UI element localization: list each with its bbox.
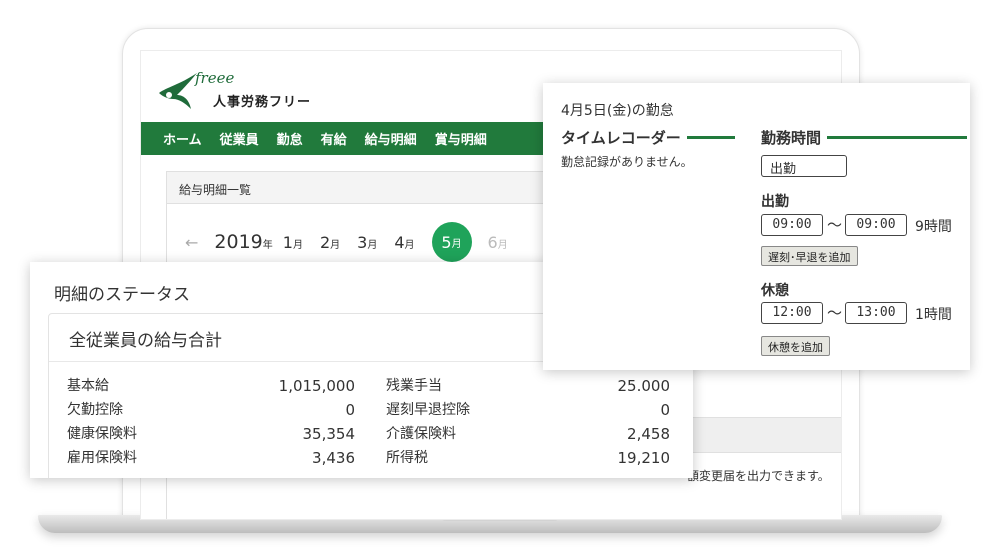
month-unit: 月	[367, 239, 378, 251]
attendance-date: 4月5日(金)の勤怠	[561, 103, 674, 119]
total-row: 欠勤控除 0	[67, 398, 355, 422]
month-4[interactable]: 4月	[394, 233, 414, 252]
month-1-value: 1	[282, 232, 293, 252]
shift-label: 出勤	[761, 194, 789, 210]
month-4-value: 4	[394, 232, 405, 252]
year-value: 2019	[214, 231, 263, 253]
total-row: 介護保険料 2,458	[386, 422, 670, 446]
month-6-value: 6	[487, 232, 498, 252]
nav-bonus-slip[interactable]: 賞与明細	[435, 129, 487, 148]
row-value: 3,436	[312, 449, 355, 467]
row-value: 35,354	[302, 425, 356, 443]
total-row: 健康保険料 35,354	[67, 422, 355, 446]
freee-logo[interactable]: freee 人事労務フリー	[157, 69, 337, 115]
total-row: 残業手当 25.000	[386, 374, 670, 398]
nav-employees[interactable]: 従業員	[220, 129, 259, 148]
year-unit: 年	[262, 240, 273, 251]
row-value: 25.000	[617, 377, 671, 395]
month-2[interactable]: 2月	[320, 233, 340, 252]
work-time-heading: 勤務時間	[761, 127, 968, 148]
break-label: 休憩	[761, 283, 789, 299]
month-2-value: 2	[319, 232, 331, 252]
nav-attendance[interactable]: 勤怠	[277, 129, 303, 148]
row-label: 健康保険料	[67, 426, 137, 442]
month-3-value: 3	[357, 232, 368, 252]
row-label: 欠勤控除	[67, 402, 123, 418]
break-start-input[interactable]: 12:00	[761, 302, 823, 324]
month-5-value: 5	[441, 232, 452, 252]
logo-subtitle: 人事労務フリー	[213, 95, 312, 110]
heading-line	[827, 136, 968, 139]
payroll-total-title: 全従業員の給与合計	[69, 331, 222, 351]
nav-paid-leave[interactable]: 有給	[321, 129, 347, 148]
time-recorder-empty: 勤怠記録がありません。	[561, 155, 693, 169]
row-label: 雇用保険料	[67, 450, 137, 466]
time-recorder-title: タイムレコーダー	[561, 129, 681, 147]
time-recorder-heading: タイムレコーダー	[561, 127, 735, 148]
month-unit: 月	[292, 239, 303, 251]
total-row: 遅刻早退控除 0	[386, 398, 670, 422]
nav-home[interactable]: ホーム	[163, 129, 202, 148]
row-value: 0	[660, 401, 670, 419]
shift-end-input[interactable]: 09:00	[845, 214, 907, 236]
row-value: 0	[345, 401, 355, 419]
notice-text: 額変更届を出力できます。	[687, 469, 830, 483]
total-row: 雇用保険料 3,436	[67, 446, 355, 470]
add-late-early-button[interactable]: 遅刻･早退を追加	[761, 246, 858, 266]
row-label: 所得税	[386, 450, 428, 466]
nav-payslip[interactable]: 給与明細	[365, 129, 417, 148]
month-1[interactable]: 1月	[283, 233, 303, 252]
break-end-input[interactable]: 13:00	[845, 302, 907, 324]
month-unit: 月	[451, 238, 462, 250]
break-duration: 1時間	[915, 307, 952, 323]
row-label: 遅刻早退控除	[386, 402, 470, 418]
row-value: 1,015,000	[278, 377, 355, 395]
attendance-popup: 4月5日(金)の勤怠 タイムレコーダー 勤怠記録がありません。 勤務時間 出勤 …	[543, 83, 970, 370]
month-selector: ← 2019年 1月 2月 3月 4月 5月 6月	[185, 222, 525, 262]
prev-arrow-icon[interactable]: ←	[185, 233, 198, 252]
range-tilde: 〜	[827, 216, 843, 234]
totals-right-column: 残業手当 25.000 遅刻早退控除 0 介護保険料 2,458 所得税 19,210	[386, 374, 670, 470]
row-label: 残業手当	[386, 378, 442, 394]
logo-script: freee	[195, 69, 235, 87]
range-tilde: 〜	[827, 304, 843, 322]
row-value: 2,458	[627, 425, 670, 443]
totals-left-column: 基本給 1,015,000 欠勤控除 0 健康保険料 35,354 雇用保険料 3,43…	[67, 374, 355, 470]
shift-duration: 9時間	[915, 219, 952, 235]
row-value: 19,210	[617, 449, 671, 467]
total-row: 基本給 1,015,000	[67, 374, 355, 398]
month-unit: 月	[404, 239, 415, 251]
row-label: 介護保険料	[386, 426, 456, 442]
month-3[interactable]: 3月	[357, 233, 377, 252]
work-time-title: 勤務時間	[761, 129, 822, 147]
row-label: 基本給	[67, 378, 109, 394]
month-unit: 月	[497, 239, 508, 251]
year-label[interactable]: 2019年	[214, 231, 272, 253]
month-unit: 月	[330, 239, 341, 251]
shift-start-input[interactable]: 09:00	[761, 214, 823, 236]
add-break-button[interactable]: 休憩を追加	[761, 336, 830, 356]
month-6[interactable]: 6月	[488, 233, 508, 252]
work-type-select[interactable]: 出勤	[761, 155, 847, 177]
month-5-active[interactable]: 5月	[431, 222, 472, 262]
total-row: 所得税 19,210	[386, 446, 670, 470]
status-title: 明細のステータス	[54, 285, 190, 305]
heading-line	[686, 136, 735, 139]
